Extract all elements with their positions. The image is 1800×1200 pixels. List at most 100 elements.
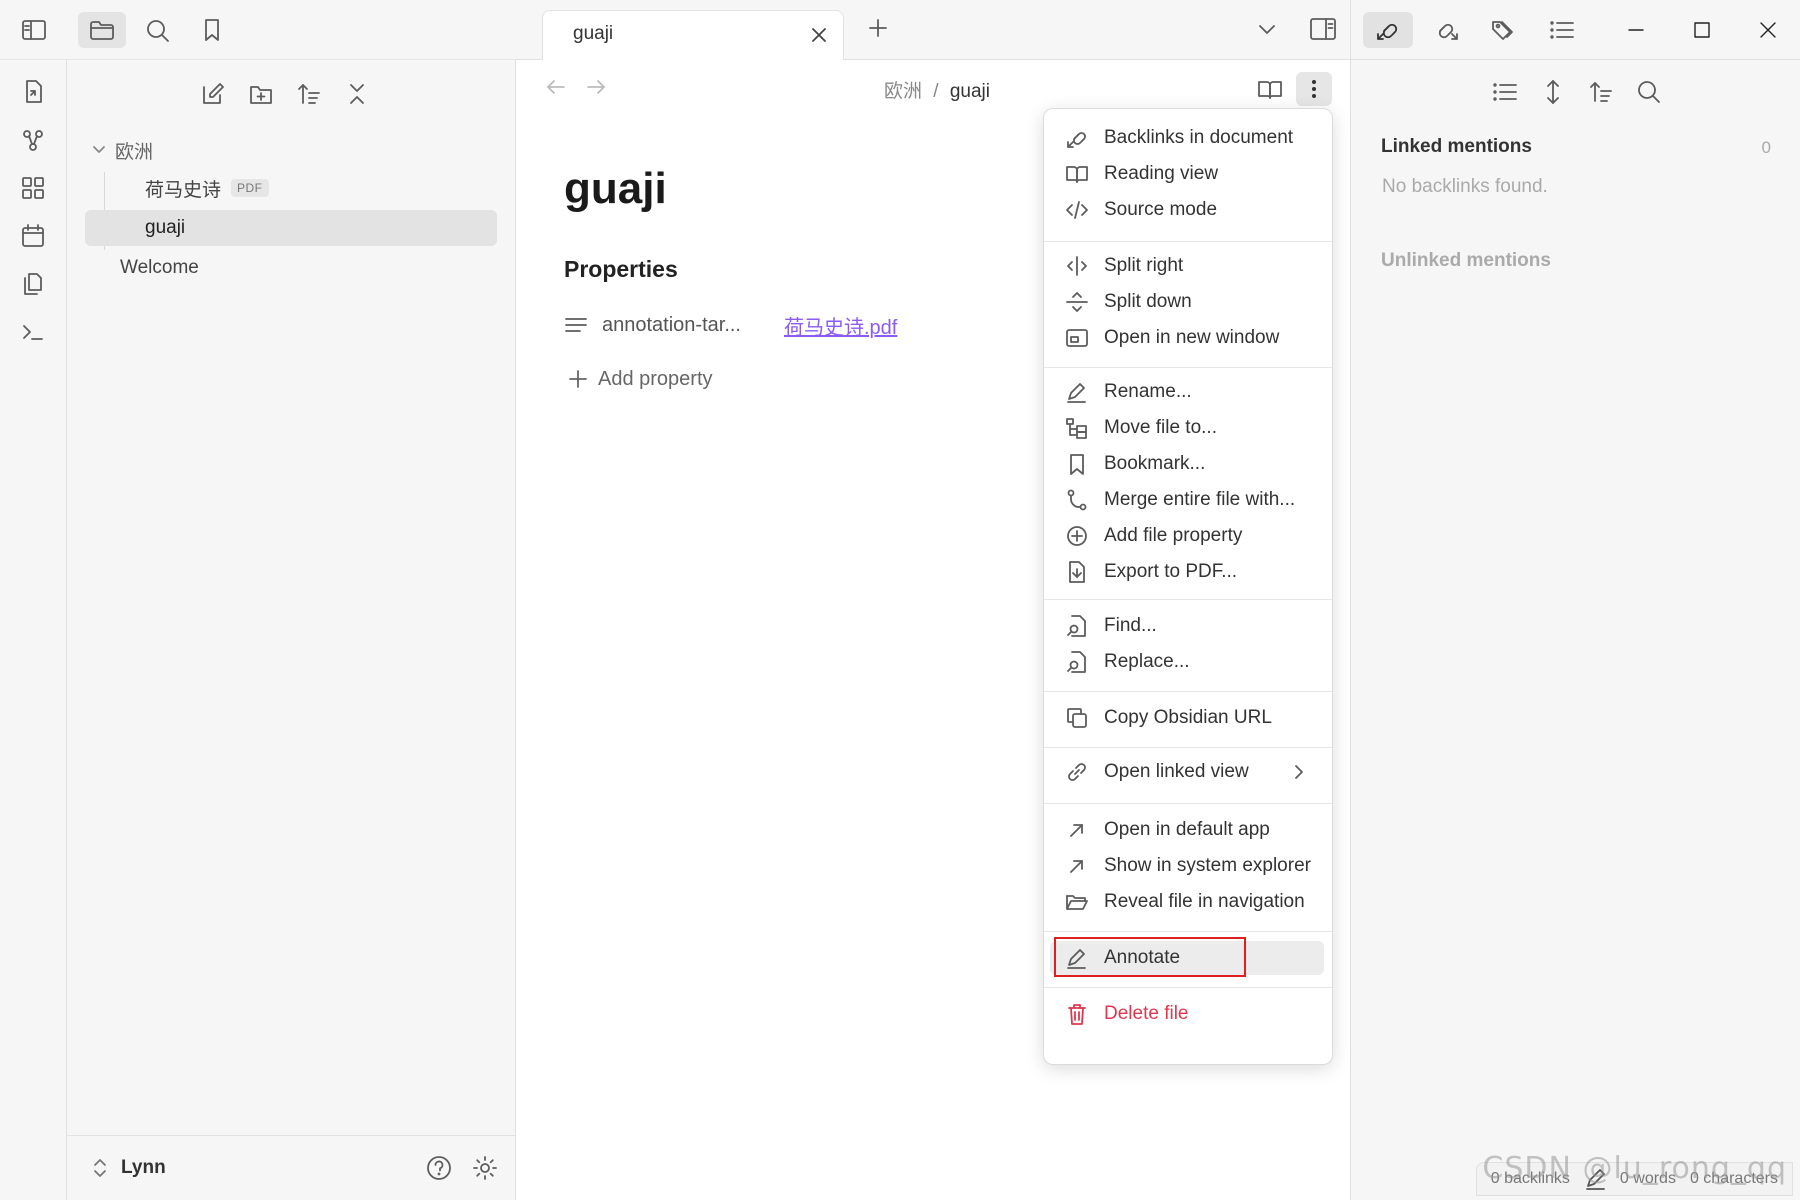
new-folder-button[interactable] [245, 78, 277, 110]
search-backlinks-button[interactable] [1633, 76, 1665, 108]
close-tab-icon[interactable] [809, 25, 829, 45]
menu-item-add-file-property[interactable]: Add file property [1050, 519, 1324, 553]
split-down-icon [1064, 291, 1090, 313]
minimize-button[interactable] [1603, 0, 1669, 59]
backlinks-icon [1374, 17, 1402, 43]
help-icon[interactable] [425, 1154, 453, 1182]
open-quick-switcher-button[interactable] [17, 76, 49, 108]
search-icon [1636, 79, 1662, 105]
file-item-guaji[interactable]: guaji [85, 210, 497, 246]
document-title[interactable]: guaji [564, 164, 667, 214]
menu-item-reading-view[interactable]: Reading view [1050, 157, 1324, 191]
properties-heading: Properties [564, 256, 678, 282]
menu-label: Show in system explorer [1104, 855, 1311, 876]
menu-item-replace[interactable]: Replace... [1050, 645, 1324, 679]
outgoing-links-icon [1432, 17, 1460, 43]
property-row[interactable]: annotation-tar... 荷马史诗.pdf [564, 306, 897, 344]
menu-item-bookmark[interactable]: Bookmark... [1050, 447, 1324, 481]
unlinked-mentions-heading[interactable]: Unlinked mentions [1381, 250, 1551, 272]
tab-list-chevron-down-icon[interactable] [1256, 18, 1278, 40]
menu-item-open-in-new-window[interactable]: Open in new window [1050, 321, 1324, 355]
chevron-right-icon [1292, 764, 1306, 780]
maximize-icon [1692, 20, 1712, 40]
menu-separator [1044, 803, 1332, 804]
ribbon [0, 60, 67, 1200]
menu-item-delete-file[interactable]: Delete file [1050, 997, 1324, 1031]
breadcrumb-current[interactable]: guaji [950, 81, 990, 102]
explorer-actions [197, 78, 373, 110]
file-label: 荷马史诗 [145, 179, 222, 201]
tab-title: guaji [573, 23, 614, 44]
menu-separator [1044, 599, 1332, 600]
toggle-right-sidebar-icon[interactable] [1308, 16, 1338, 42]
files-tab-button[interactable] [78, 12, 126, 48]
back-arrow-icon[interactable] [544, 76, 568, 98]
menu-item-show-in-explorer[interactable]: Show in system explorer [1050, 849, 1324, 883]
new-tab-plus-icon[interactable] [866, 16, 890, 40]
vault-name[interactable]: Lynn [121, 1157, 166, 1179]
menu-label: Merge entire file with... [1104, 489, 1296, 510]
menu-item-rename[interactable]: Rename... [1050, 375, 1324, 409]
tab-tags[interactable] [1479, 12, 1529, 48]
menu-item-open-default-app[interactable]: Open in default app [1050, 813, 1324, 847]
obsidian-window: 欧洲 荷马史诗 PDF guaji Welcome Lynn guaji 欧洲 … [0, 0, 1800, 1200]
menu-item-move-file[interactable]: Move file to... [1050, 411, 1324, 445]
menu-item-split-right[interactable]: Split right [1050, 249, 1324, 283]
menu-item-split-down[interactable]: Split down [1050, 285, 1324, 319]
daily-note-button[interactable] [17, 220, 49, 252]
git-merge-icon [1064, 488, 1090, 512]
new-note-button[interactable] [197, 78, 229, 110]
bookmarks-tab-button[interactable] [188, 12, 236, 48]
menu-item-source-mode[interactable]: Source mode [1050, 193, 1324, 227]
tab-outgoing-links[interactable] [1421, 12, 1471, 48]
menu-item-reveal-in-navigation[interactable]: Reveal file in navigation [1050, 885, 1324, 919]
file-item-welcome[interactable]: Welcome [120, 250, 199, 286]
breadcrumb: 欧洲 / guaji [884, 76, 990, 103]
tab-guaji[interactable]: guaji [542, 10, 844, 61]
menu-item-backlinks-in-document[interactable]: Backlinks in document [1050, 121, 1324, 155]
templates-button[interactable] [17, 268, 49, 300]
menu-item-annotate[interactable]: Annotate [1050, 937, 1324, 977]
reading-view-button[interactable] [1252, 72, 1288, 106]
tab-outline[interactable] [1537, 12, 1587, 48]
view-actions [1252, 72, 1332, 106]
sort-backlinks-button[interactable] [1585, 76, 1617, 108]
add-property-button[interactable]: Add property [568, 360, 713, 398]
tab-backlinks[interactable] [1363, 12, 1413, 48]
sidebar-toggle-icon [20, 18, 48, 42]
folder-europe[interactable]: 欧洲 [91, 133, 153, 167]
command-palette-button[interactable] [17, 316, 49, 348]
collapse-all-button[interactable] [341, 78, 373, 110]
maximize-button[interactable] [1669, 0, 1735, 59]
menu-item-export-pdf[interactable]: Export to PDF... [1050, 555, 1324, 589]
menu-item-copy-obsidian-url[interactable]: Copy Obsidian URL [1050, 701, 1324, 735]
property-value-link[interactable]: 荷马史诗.pdf [784, 311, 897, 340]
menu-item-open-linked-view[interactable]: Open linked view [1050, 755, 1324, 789]
menu-label: Open in default app [1104, 819, 1270, 840]
file-item-homer[interactable]: 荷马史诗 PDF [145, 170, 269, 206]
menu-label: Split right [1104, 255, 1184, 276]
vault-switch-icon[interactable] [91, 1156, 109, 1180]
breadcrumb-folder[interactable]: 欧洲 [884, 81, 922, 102]
canvas-button[interactable] [17, 172, 49, 204]
property-key[interactable]: annotation-tar... [602, 314, 784, 337]
search-tab-button[interactable] [134, 12, 182, 48]
collapse-results-button[interactable] [1489, 76, 1521, 108]
sort-button[interactable] [293, 78, 325, 110]
menu-separator [1044, 747, 1332, 748]
toggle-sidebar-button[interactable] [10, 12, 58, 48]
plus-icon [568, 369, 588, 389]
linked-mentions-heading[interactable]: Linked mentions [1381, 136, 1532, 158]
arrow-up-right-icon [1064, 855, 1090, 877]
tab-bar: guaji [516, 0, 1350, 61]
graph-view-button[interactable] [17, 124, 49, 156]
forward-arrow-icon[interactable] [584, 76, 608, 98]
settings-gear-icon[interactable] [471, 1154, 499, 1182]
show-more-context-button[interactable] [1537, 76, 1569, 108]
menu-item-find[interactable]: Find... [1050, 609, 1324, 643]
close-window-button[interactable] [1735, 0, 1800, 59]
more-options-button[interactable] [1296, 72, 1332, 106]
menu-label: Open in new window [1104, 327, 1280, 348]
file-label: Welcome [120, 257, 199, 278]
menu-item-merge-file[interactable]: Merge entire file with... [1050, 483, 1324, 517]
